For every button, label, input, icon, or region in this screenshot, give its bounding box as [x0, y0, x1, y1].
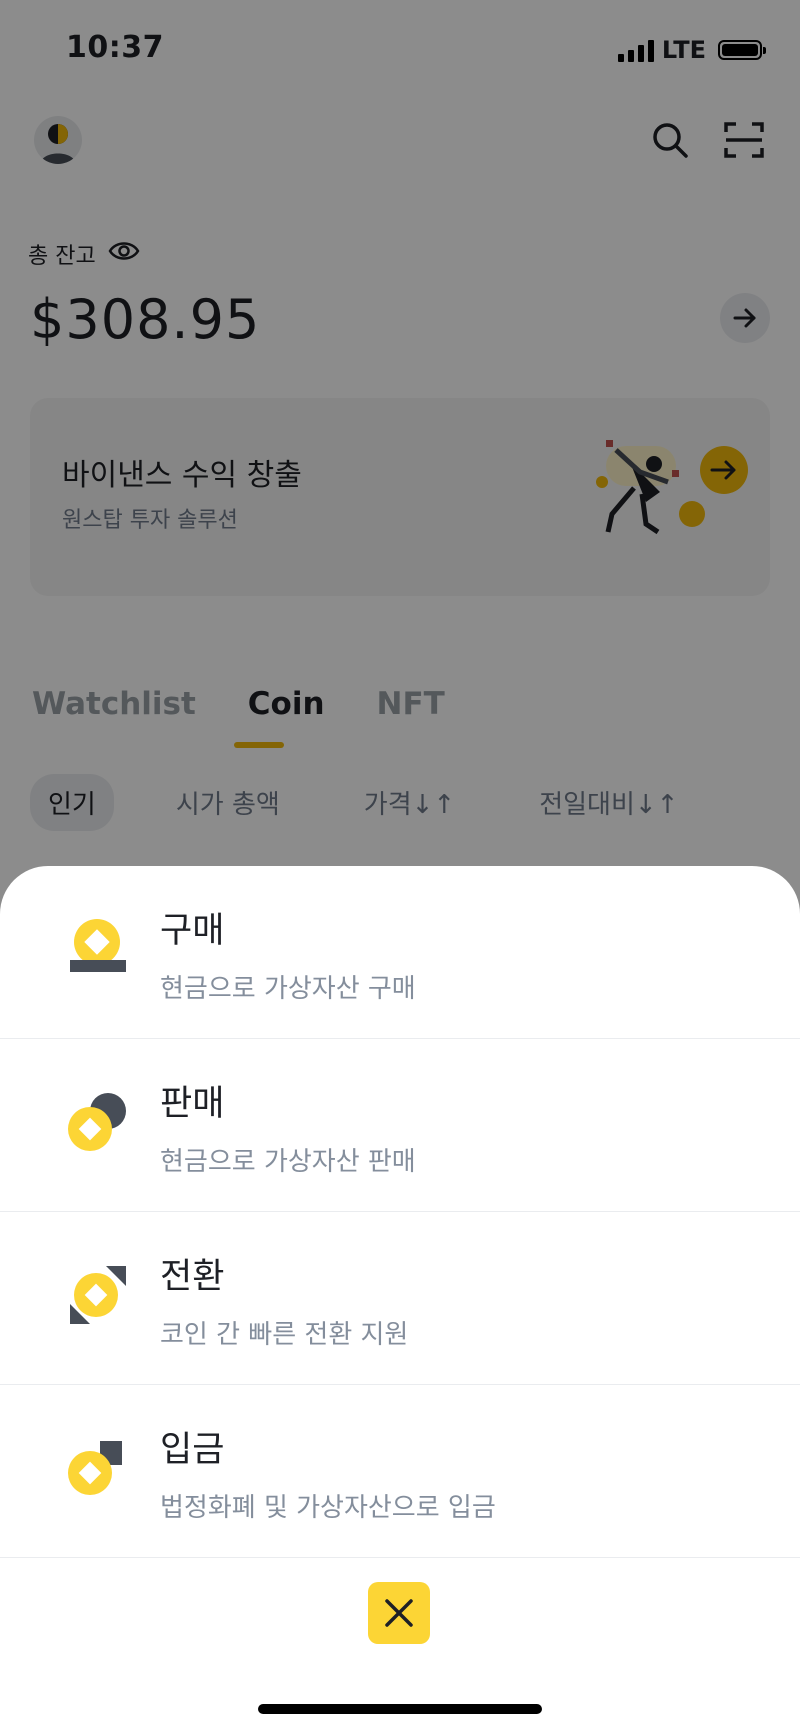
home-screen: 10:37 LTE 총 잔고 $308.95 바이낸스 수익 창출 원스탑 투자… — [0, 0, 800, 1732]
sell-coin-icon — [68, 1093, 126, 1151]
home-indicator[interactable] — [258, 1704, 542, 1714]
buy-coin-icon — [70, 919, 126, 972]
close-button[interactable] — [368, 1582, 430, 1644]
option-subtitle: 현금으로 가상자산 판매 — [160, 1147, 416, 1177]
option-subtitle: 코인 간 빠른 전환 지원 — [160, 1320, 409, 1350]
option-sell[interactable]: 판매 현금으로 가상자산 판매 — [0, 1039, 800, 1212]
convert-coin-icon — [70, 1266, 126, 1324]
option-subtitle: 현금으로 가상자산 구매 — [160, 974, 416, 1004]
close-icon — [385, 1599, 413, 1627]
option-title: 구매 — [160, 911, 225, 951]
option-subtitle: 법정화폐 및 가상자산으로 입금 — [160, 1493, 496, 1523]
option-title: 입금 — [160, 1430, 225, 1470]
option-deposit[interactable]: 입금 법정화폐 및 가상자산으로 입금 — [0, 1385, 800, 1558]
option-title: 판매 — [160, 1084, 225, 1124]
option-buy[interactable]: 구매 현금으로 가상자산 구매 — [0, 866, 800, 1039]
deposit-coin-icon — [68, 1441, 122, 1495]
option-convert[interactable]: 전환 코인 간 빠른 전환 지원 — [0, 1212, 800, 1385]
option-title: 전환 — [160, 1257, 225, 1297]
